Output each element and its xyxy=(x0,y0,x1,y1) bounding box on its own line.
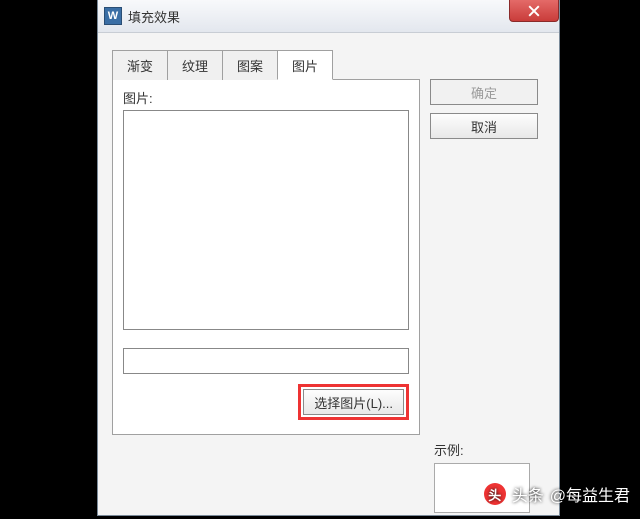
window-title: 填充效果 xyxy=(128,7,180,26)
picture-panel: 图片: 选择图片(L)... xyxy=(112,80,420,435)
picture-preview xyxy=(123,110,409,330)
select-picture-row: 选择图片(L)... xyxy=(123,384,409,420)
tab-pattern[interactable]: 图案 xyxy=(222,50,278,80)
dialog-body: 渐变 纹理 图案 图片 图片: 选择图片(L)... 确定 取消 示例: xyxy=(98,33,559,519)
tab-strip: 渐变 纹理 图案 图片 xyxy=(112,49,420,80)
select-picture-button[interactable]: 选择图片(L)... xyxy=(303,389,404,415)
titlebar: W 填充效果 xyxy=(98,0,559,33)
tab-gradient[interactable]: 渐变 xyxy=(112,50,168,80)
ok-button[interactable]: 确定 xyxy=(430,79,538,105)
app-icon: W xyxy=(104,7,122,25)
close-button[interactable] xyxy=(509,0,559,22)
watermark-prefix: 头条 xyxy=(512,482,544,506)
picture-name-field xyxy=(123,348,409,374)
left-column: 渐变 纹理 图案 图片 图片: 选择图片(L)... xyxy=(112,49,420,519)
right-column: 确定 取消 示例: xyxy=(430,49,538,519)
cancel-button[interactable]: 取消 xyxy=(430,113,538,139)
watermark-icon: 头 xyxy=(484,483,506,505)
select-picture-highlight: 选择图片(L)... xyxy=(298,384,409,420)
example-label: 示例: xyxy=(434,440,464,459)
close-icon xyxy=(528,5,540,17)
tab-texture[interactable]: 纹理 xyxy=(167,50,223,80)
tab-picture[interactable]: 图片 xyxy=(277,50,333,80)
watermark: 头 头条 @每益生君 xyxy=(484,482,630,506)
watermark-handle: @每益生君 xyxy=(550,482,630,506)
dialog-window: W 填充效果 渐变 纹理 图案 图片 图片: 选择图片(L)... xyxy=(97,0,560,516)
picture-field-label: 图片: xyxy=(123,88,409,107)
